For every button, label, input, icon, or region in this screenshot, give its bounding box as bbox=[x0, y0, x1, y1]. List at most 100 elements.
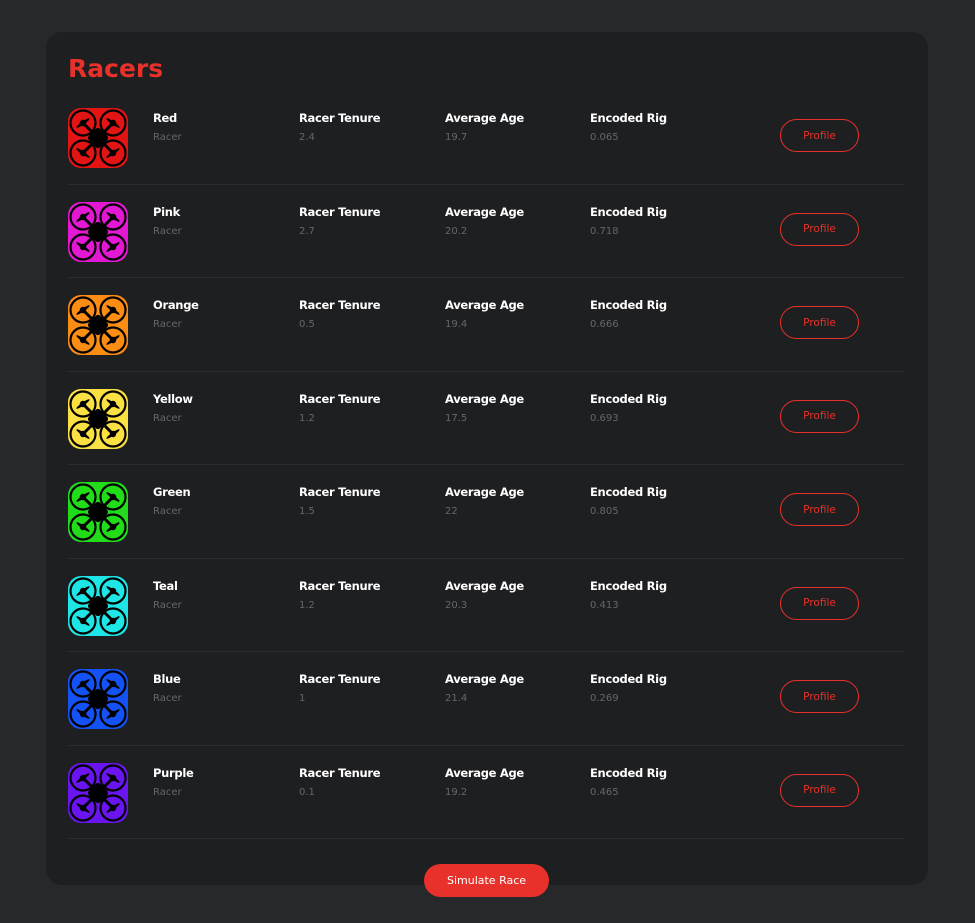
tenure-value: 1 bbox=[299, 693, 306, 704]
age-label: Average Age bbox=[445, 111, 524, 125]
average-age-col: Average Age 19.7 bbox=[445, 111, 524, 143]
racer-tenure-col: Racer Tenure 0.5 bbox=[299, 298, 381, 330]
racer-role: Racer bbox=[153, 132, 182, 143]
simulate-race-button[interactable]: Simulate Race bbox=[424, 864, 549, 897]
racer-row-purple: Purple Racer Racer Tenure 0.1 Average Ag… bbox=[68, 746, 904, 839]
average-age-col: Average Age 21.4 bbox=[445, 672, 524, 704]
age-value: 19.2 bbox=[445, 786, 468, 798]
racers-card: Racers Red Racer Racer Tenure 2.4 Averag… bbox=[46, 32, 928, 885]
rig-value: 0.465 bbox=[590, 786, 619, 798]
tenure-label: Racer Tenure bbox=[299, 672, 381, 686]
racer-role: Racer bbox=[153, 319, 182, 330]
average-age-col: Average Age 22 bbox=[445, 485, 524, 517]
age-value: 20.2 bbox=[445, 225, 468, 237]
tenure-value: 1.2 bbox=[299, 412, 315, 424]
drone-icon bbox=[68, 201, 128, 262]
racer-tenure-col: Racer Tenure 1.2 bbox=[299, 579, 381, 611]
drone-icon bbox=[68, 575, 128, 636]
racer-tenure-col: Racer Tenure 1 bbox=[299, 672, 381, 704]
drone-icon bbox=[68, 669, 128, 729]
encoded-rig-col: Encoded Rig 0.718 bbox=[590, 205, 667, 237]
racer-name: Red bbox=[153, 111, 177, 125]
rig-label: Encoded Rig bbox=[590, 204, 667, 219]
rig-value: 0.693 bbox=[590, 412, 619, 424]
age-value: 20.3 bbox=[445, 599, 468, 611]
drone-icon bbox=[68, 482, 128, 542]
rig-value: 0.413 bbox=[590, 599, 619, 611]
age-label: Average Age bbox=[445, 765, 524, 780]
rig-label: Encoded Rig bbox=[590, 485, 667, 499]
rig-value: 0.718 bbox=[590, 225, 619, 237]
average-age-col: Average Age 20.2 bbox=[445, 205, 524, 237]
profile-button[interactable]: Profile bbox=[780, 493, 859, 526]
profile-button[interactable]: Profile bbox=[780, 399, 859, 433]
tenure-value: 2.4 bbox=[299, 132, 315, 143]
encoded-rig-col: Encoded Rig 0.666 bbox=[590, 298, 667, 330]
racer-tenure-col: Racer Tenure 0.1 bbox=[299, 766, 381, 798]
encoded-rig-col: Encoded Rig 0.065 bbox=[590, 111, 667, 143]
rig-label: Encoded Rig bbox=[590, 578, 667, 593]
profile-button[interactable]: Profile bbox=[780, 212, 859, 246]
average-age-col: Average Age 19.2 bbox=[445, 766, 524, 798]
racer-list: Red Racer Racer Tenure 2.4 Average Age 1… bbox=[68, 91, 904, 839]
age-value: 19.4 bbox=[445, 319, 468, 330]
age-label: Average Age bbox=[445, 485, 524, 499]
racer-tenure-col: Racer Tenure 2.7 bbox=[299, 204, 381, 237]
rig-value: 0.805 bbox=[590, 506, 619, 517]
drone-icon bbox=[68, 388, 128, 449]
racer-name-col: Green Racer bbox=[153, 485, 191, 517]
age-value: 19.7 bbox=[445, 132, 468, 143]
profile-button[interactable]: Profile bbox=[780, 680, 859, 713]
racer-row-orange: Orange Racer Racer Tenure 0.5 Average Ag… bbox=[68, 278, 904, 372]
racer-tenure-col: Racer Tenure 1.5 bbox=[299, 485, 381, 517]
drone-icon bbox=[68, 295, 128, 355]
age-label: Average Age bbox=[445, 672, 524, 686]
tenure-value: 0.5 bbox=[299, 319, 315, 330]
racer-name: Teal bbox=[153, 578, 178, 593]
encoded-rig-col: Encoded Rig 0.413 bbox=[590, 579, 667, 611]
page-title: Racers bbox=[68, 54, 164, 83]
racer-name: Yellow bbox=[153, 391, 193, 406]
racer-name-col: Blue Racer bbox=[153, 672, 182, 704]
tenure-label: Racer Tenure bbox=[299, 204, 381, 219]
rig-value: 0.065 bbox=[590, 132, 619, 143]
profile-button[interactable]: Profile bbox=[780, 586, 859, 620]
racer-name: Blue bbox=[153, 672, 181, 686]
racer-name-col: Orange Racer bbox=[153, 298, 199, 330]
drone-icon bbox=[68, 762, 128, 823]
rig-label: Encoded Rig bbox=[590, 298, 667, 312]
age-value: 17.5 bbox=[445, 412, 468, 424]
average-age-col: Average Age 19.4 bbox=[445, 298, 524, 330]
rig-value: 0.269 bbox=[590, 693, 619, 704]
racer-name: Green bbox=[153, 485, 191, 499]
rig-label: Encoded Rig bbox=[590, 765, 667, 780]
racer-row-yellow: Yellow Racer Racer Tenure 1.2 Average Ag… bbox=[68, 372, 904, 465]
racer-role: Racer bbox=[153, 412, 182, 424]
racer-name-col: Yellow Racer bbox=[153, 392, 193, 424]
racer-tenure-col: Racer Tenure 2.4 bbox=[299, 111, 381, 143]
profile-button[interactable]: Profile bbox=[780, 306, 859, 339]
racer-name-col: Purple Racer bbox=[153, 766, 194, 798]
racer-role: Racer bbox=[153, 506, 182, 517]
racer-role: Racer bbox=[153, 786, 182, 798]
racer-row-pink: Pink Racer Racer Tenure 2.7 Average Age … bbox=[68, 185, 904, 278]
racer-name: Pink bbox=[153, 204, 181, 219]
racer-role: Racer bbox=[153, 693, 182, 704]
racer-name: Orange bbox=[153, 298, 199, 312]
rig-label: Encoded Rig bbox=[590, 111, 667, 125]
encoded-rig-col: Encoded Rig 0.465 bbox=[590, 766, 667, 798]
racer-name-col: Red Racer bbox=[153, 111, 182, 143]
age-label: Average Age bbox=[445, 391, 524, 406]
racer-row-green: Green Racer Racer Tenure 1.5 Average Age… bbox=[68, 465, 904, 559]
racer-row-blue: Blue Racer Racer Tenure 1 Average Age 21… bbox=[68, 652, 904, 746]
age-value: 22 bbox=[445, 506, 458, 517]
encoded-rig-col: Encoded Rig 0.693 bbox=[590, 392, 667, 424]
racer-row-red: Red Racer Racer Tenure 2.4 Average Age 1… bbox=[68, 91, 904, 185]
average-age-col: Average Age 17.5 bbox=[445, 392, 524, 424]
tenure-label: Racer Tenure bbox=[299, 485, 381, 499]
tenure-label: Racer Tenure bbox=[299, 391, 381, 406]
age-label: Average Age bbox=[445, 204, 524, 219]
profile-button[interactable]: Profile bbox=[780, 119, 859, 152]
profile-button[interactable]: Profile bbox=[780, 773, 859, 807]
tenure-value: 1.2 bbox=[299, 599, 315, 611]
